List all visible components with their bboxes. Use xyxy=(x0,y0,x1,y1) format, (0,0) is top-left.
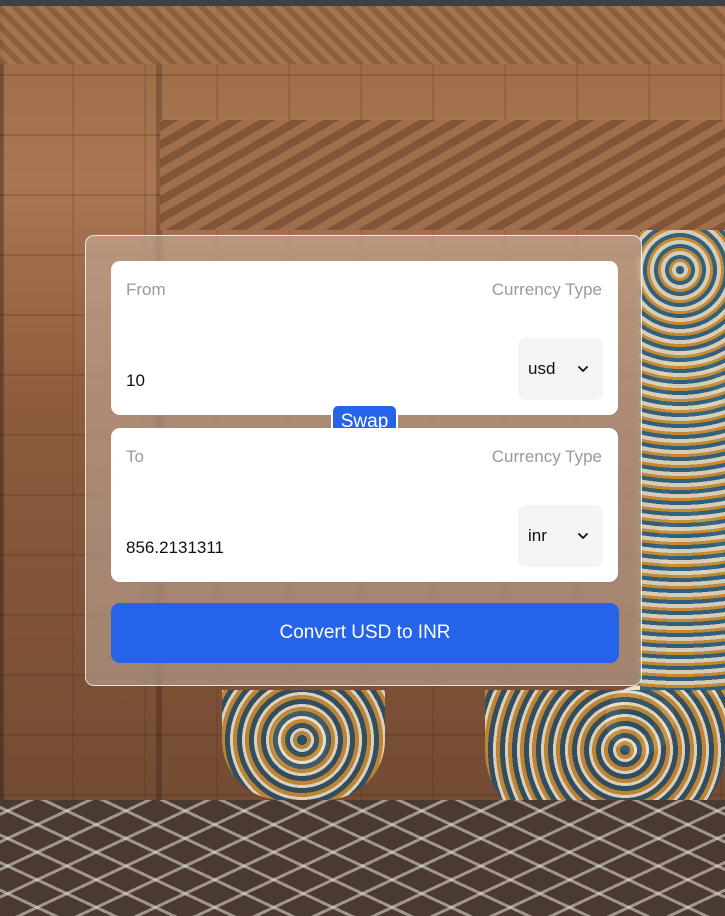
converter-panel: From Currency Type usd Swap To Currency … xyxy=(85,235,642,686)
background-frieze xyxy=(0,6,725,64)
from-label: From xyxy=(126,280,166,299)
convert-button[interactable]: Convert USD to INR xyxy=(111,603,619,663)
to-box: To Currency Type inr xyxy=(111,428,618,582)
to-currency-type-label: Currency Type xyxy=(491,447,602,466)
chevron-down-icon xyxy=(578,533,588,539)
to-currency-value: inr xyxy=(528,526,547,545)
from-amount-input[interactable] xyxy=(126,371,426,391)
from-currency-type-label: Currency Type xyxy=(491,280,602,299)
background-floor xyxy=(0,800,725,916)
to-label: To xyxy=(126,447,144,466)
chevron-down-icon xyxy=(578,366,588,372)
from-currency-value: usd xyxy=(528,359,556,378)
from-box: From Currency Type usd xyxy=(111,261,618,415)
to-amount-input[interactable] xyxy=(126,538,426,558)
background-arch xyxy=(160,120,725,230)
background-basin-left xyxy=(222,690,385,800)
from-currency-select[interactable]: usd xyxy=(518,338,603,400)
background-mosaic xyxy=(640,230,725,700)
to-currency-select[interactable]: inr xyxy=(518,505,603,567)
